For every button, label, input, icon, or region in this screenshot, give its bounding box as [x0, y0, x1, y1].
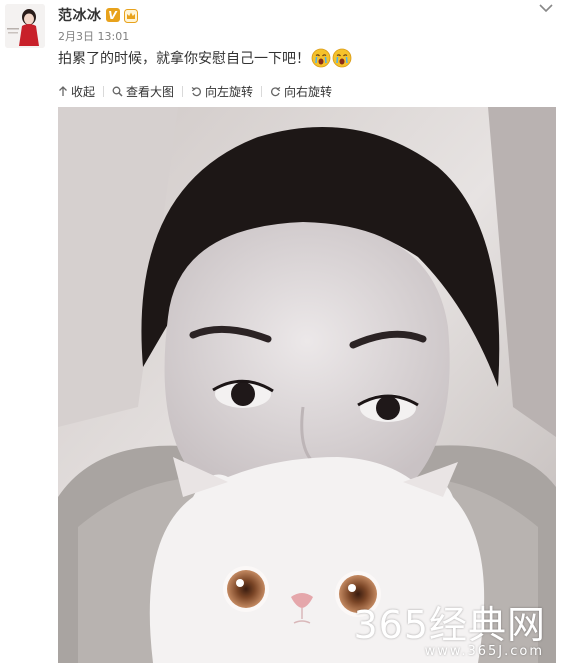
divider — [103, 85, 105, 97]
collapse-label: 收起 — [71, 84, 96, 99]
rotate-right-button[interactable]: 向右旋转 — [270, 83, 332, 100]
view-large-image-label: 查看大图 — [126, 84, 175, 99]
username[interactable]: 范冰冰 — [58, 5, 102, 25]
divider — [261, 85, 263, 97]
avatar[interactable] — [5, 4, 45, 48]
selfie-with-cat-image — [58, 107, 556, 663]
vip-crown-icon[interactable] — [123, 8, 138, 23]
view-large-image-button[interactable]: 查看大图 — [112, 83, 174, 100]
post-text: 拍累了的时候，就拿你安慰自己一下吧！ — [58, 51, 310, 67]
rotate-left-label: 向左旋转 — [205, 84, 254, 99]
magnifier-icon — [112, 86, 123, 97]
post-photo[interactable]: 365经典网 www.365J.com — [58, 107, 556, 663]
post-timestamp[interactable]: 2月3日 13:01 — [58, 28, 129, 44]
post-content: 拍累了的时候，就拿你安慰自己一下吧！ — [58, 48, 352, 68]
crying-face-emoji-icon — [311, 48, 331, 68]
weibo-post: 范冰冰 V 2月3日 13:01 拍累了的时候，就拿你安慰自己一下吧！ 收起 查… — [0, 0, 564, 663]
rotate-right-label: 向右旋转 — [284, 84, 333, 99]
collapse-arrow-icon — [59, 85, 67, 96]
image-action-bar: 收起 查看大图 向左旋转 向右旋转 — [58, 83, 332, 99]
collapse-button[interactable]: 收起 — [58, 83, 95, 100]
crying-face-emoji-icon — [332, 48, 352, 68]
chevron-down-icon[interactable] — [538, 0, 554, 14]
verified-badge[interactable]: V — [105, 8, 120, 22]
rotate-left-button[interactable]: 向左旋转 — [191, 83, 253, 100]
divider — [182, 85, 184, 97]
username-row: 范冰冰 V — [58, 5, 138, 25]
rotate-left-icon — [191, 86, 202, 96]
rotate-right-icon — [271, 86, 281, 96]
